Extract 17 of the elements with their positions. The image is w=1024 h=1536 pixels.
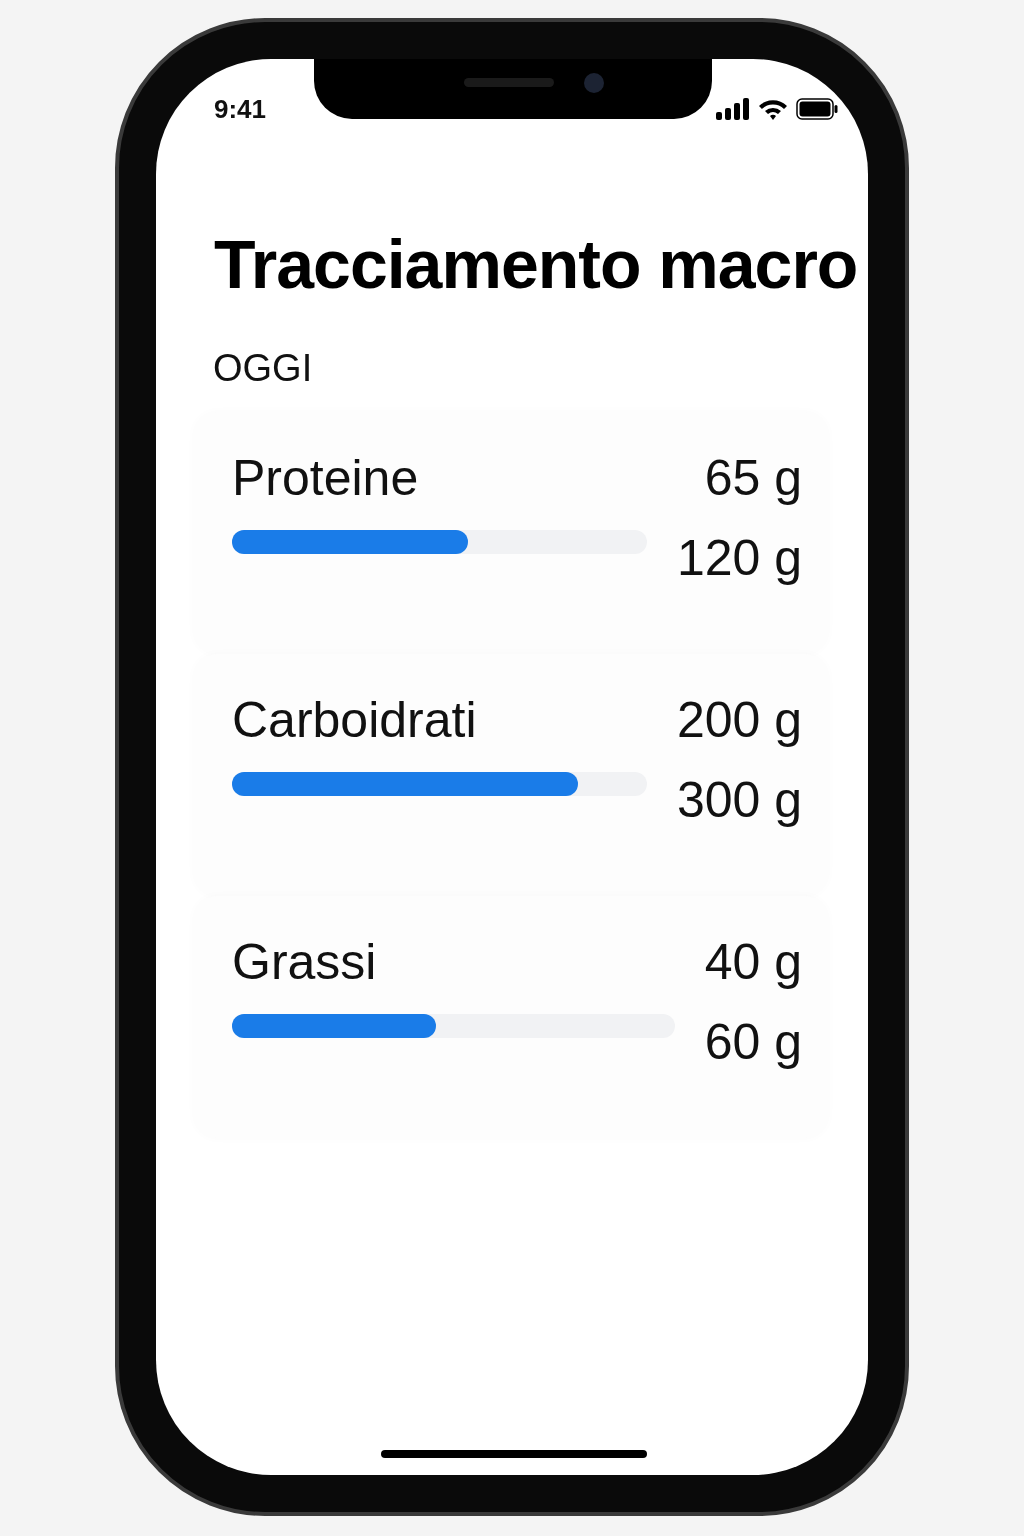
macro-name: Grassi xyxy=(232,933,377,992)
page-title: Tracciamento macro xyxy=(214,225,859,303)
section-header: OGGI xyxy=(213,347,314,390)
camera-icon xyxy=(584,73,604,93)
macro-amount: 65 g xyxy=(704,449,802,508)
macro-name: Proteine xyxy=(232,449,419,508)
macro-name: Carboidrati xyxy=(232,691,477,750)
macro-goal: 120 g xyxy=(676,529,802,588)
macro-goal: 60 g xyxy=(704,1013,802,1072)
wifi-icon xyxy=(758,98,788,120)
battery-icon xyxy=(796,98,838,120)
signal-icon xyxy=(716,98,750,120)
macro-amount: 200 g xyxy=(676,691,802,750)
clock-time: 9:41 xyxy=(214,93,267,125)
speaker-icon xyxy=(464,78,554,87)
macro-amount: 40 g xyxy=(704,933,802,992)
macro-goal: 300 g xyxy=(676,771,802,830)
